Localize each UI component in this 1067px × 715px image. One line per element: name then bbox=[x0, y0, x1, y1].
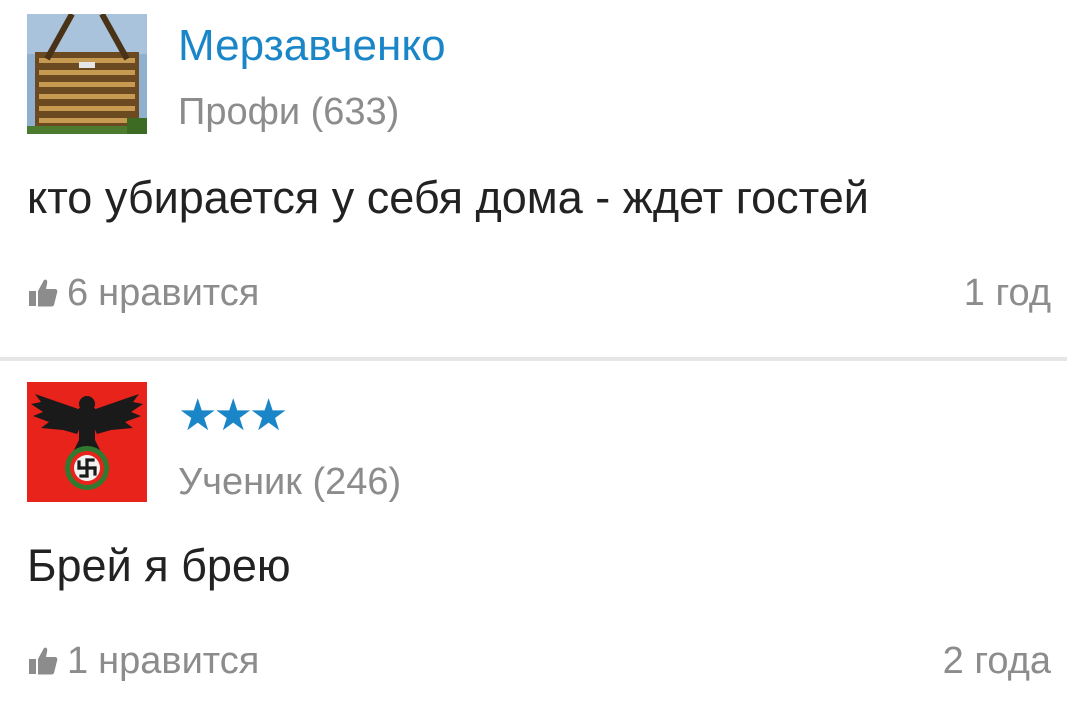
like-label: нравится bbox=[98, 639, 260, 682]
user-avatar[interactable] bbox=[27, 14, 147, 134]
thumbs-up-icon bbox=[27, 277, 59, 309]
user-rank: Ученик (246) bbox=[178, 461, 402, 503]
answer-text: Брей я брею bbox=[27, 540, 291, 591]
answer-text: кто убирается у себя дома - ждет гостей bbox=[27, 172, 869, 223]
answer-time: 1 год bbox=[963, 272, 1051, 314]
username-link[interactable]: Мерзавченко bbox=[178, 18, 446, 74]
like-count: 6 bbox=[67, 271, 89, 314]
answer-time: 2 года bbox=[942, 640, 1051, 682]
divider bbox=[0, 357, 1067, 361]
eagle-emblem-avatar-icon bbox=[27, 382, 147, 502]
like-button[interactable]: 6 нравится bbox=[27, 268, 259, 318]
building-avatar-icon bbox=[27, 14, 147, 134]
user-stars[interactable]: ★★★ bbox=[178, 392, 288, 440]
user-rank: Профи (633) bbox=[178, 91, 400, 133]
like-count: 1 bbox=[67, 639, 89, 682]
user-avatar[interactable] bbox=[27, 382, 147, 502]
thumbs-up-icon bbox=[27, 645, 59, 677]
answer-item: ★★★ Ученик (246) Брей я брею 1 нравится … bbox=[0, 362, 1067, 715]
answer-item: Мерзавченко Профи (633) кто убирается у … bbox=[0, 0, 1067, 358]
like-button[interactable]: 1 нравится bbox=[27, 636, 259, 686]
like-label: нравится bbox=[98, 271, 260, 314]
